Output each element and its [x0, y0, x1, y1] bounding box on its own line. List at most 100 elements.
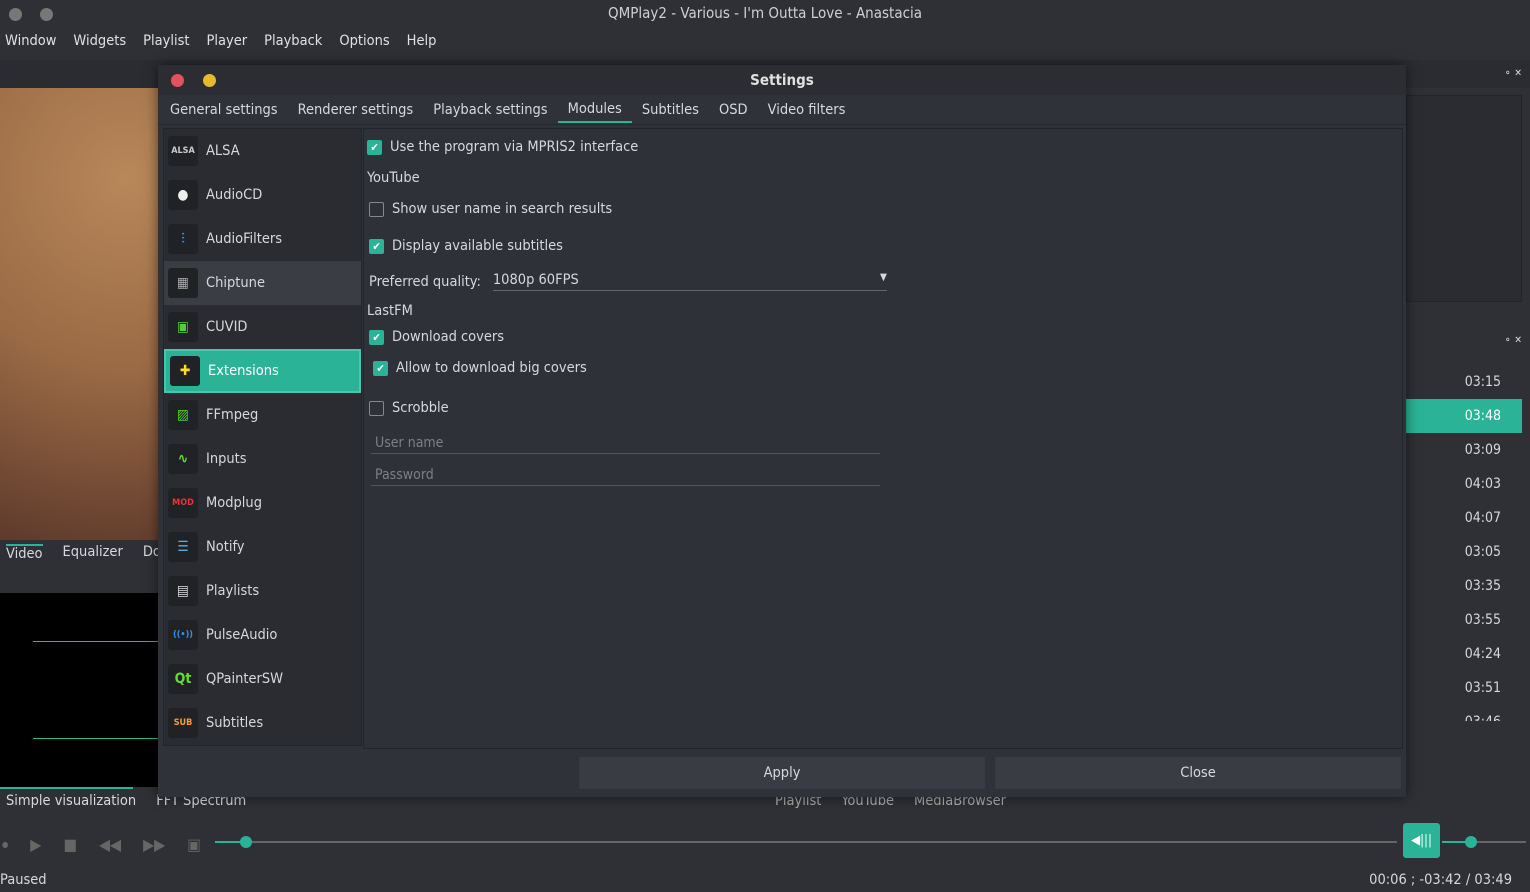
playlist-row[interactable]: 03:46: [1406, 705, 1522, 721]
playlist-row[interactable]: 03:35: [1406, 569, 1522, 603]
dock-float-close-icon[interactable]: ⚬ ✕: [1504, 335, 1522, 346]
lastfm-heading: LastFM: [367, 303, 413, 319]
checkbox-box[interactable]: [369, 201, 384, 217]
module-item-pulseaudio[interactable]: ((•)) PulseAudio: [164, 613, 361, 657]
tab-modules[interactable]: Modules: [557, 97, 632, 123]
play-icon[interactable]: ▶: [30, 835, 41, 854]
close-button[interactable]: Close: [995, 757, 1401, 789]
status-text: Paused: [0, 872, 47, 888]
menu-player[interactable]: Player: [207, 33, 248, 49]
module-label: Chiptune: [206, 275, 265, 291]
playlist-row[interactable]: 03:15: [1406, 365, 1522, 399]
module-label: AudioFilters: [206, 231, 283, 247]
quality-dropdown[interactable]: 1080p 60FPS ▼: [492, 272, 887, 291]
mpris-checkbox[interactable]: ✔ Use the program via MPRIS2 interface: [367, 139, 638, 155]
module-item-audiofilters[interactable]: ⫶ AudioFilters: [164, 217, 361, 261]
module-label: Extensions: [208, 363, 279, 379]
playlist-row[interactable]: 04:07: [1406, 501, 1522, 535]
tab-osd[interactable]: OSD: [719, 98, 748, 122]
module-item-notify[interactable]: ☰ Notify: [164, 525, 361, 569]
chiptune-icon: ▦: [168, 268, 198, 298]
tab-subtitles[interactable]: Subtitles: [642, 98, 699, 122]
module-item-playlists[interactable]: ▤ Playlists: [164, 569, 361, 613]
volume-icon[interactable]: ◀︎|||: [1403, 823, 1440, 858]
playlist-row[interactable]: 03:48: [1406, 399, 1522, 433]
module-item-chiptune[interactable]: ▦ Chiptune: [164, 261, 361, 305]
dialog-close-button[interactable]: [171, 74, 184, 87]
pulseaudio-icon: ((•)): [168, 620, 198, 650]
checkbox-box[interactable]: ✔: [369, 238, 384, 254]
tab-simple-visualization[interactable]: Simple visualization: [6, 793, 136, 809]
tab-video[interactable]: Video: [6, 544, 43, 562]
settings-dialog: Settings General settings Renderer settin…: [158, 65, 1406, 797]
module-label: AudioCD: [206, 187, 263, 203]
password-input[interactable]: Password: [371, 467, 880, 486]
module-item-modplug[interactable]: MOD Modplug: [164, 481, 361, 525]
playlist-row[interactable]: 04:24: [1406, 637, 1522, 671]
module-label: FFmpeg: [206, 407, 259, 423]
dialog-minimize-button[interactable]: [203, 74, 216, 87]
next-icon[interactable]: ▶▶: [143, 835, 165, 854]
seek-slider[interactable]: [215, 836, 1397, 848]
playlist-row[interactable]: 03:55: [1406, 603, 1522, 637]
modplug-icon: MOD: [168, 488, 198, 518]
menu-playlist[interactable]: Playlist: [143, 33, 189, 49]
fullscreen-icon[interactable]: ▣: [187, 835, 201, 854]
time-display: 00:06 ; -03:42 / 03:49: [1369, 872, 1512, 888]
module-item-extensions[interactable]: ✚ Extensions: [164, 349, 361, 393]
previous-icon[interactable]: ◀◀: [99, 835, 121, 854]
dock-float-close-icon[interactable]: ⚬ ✕: [1504, 68, 1522, 79]
playlist-row[interactable]: 03:09: [1406, 433, 1522, 467]
playlist-row[interactable]: 03:51: [1406, 671, 1522, 705]
module-settings: ✔ Use the program via MPRIS2 interface Yo…: [363, 128, 1403, 749]
video-cover: [0, 88, 158, 540]
module-label: PulseAudio: [206, 627, 278, 643]
checkbox-box[interactable]: [369, 400, 384, 416]
menu-playback[interactable]: Playback: [264, 33, 322, 49]
tab-video-filters[interactable]: Video filters: [768, 98, 846, 122]
dot-icon: ●: [2, 840, 9, 849]
module-item-inputs[interactable]: ∿ Inputs: [164, 437, 361, 481]
module-label: QPainterSW: [206, 671, 284, 687]
checkbox-box[interactable]: ✔: [373, 360, 388, 376]
module-item-audiocd[interactable]: ● AudioCD: [164, 173, 361, 217]
notify-icon: ☰: [168, 532, 198, 562]
tab-equalizer[interactable]: Equalizer: [63, 544, 123, 562]
subtitles-checkbox[interactable]: ✔ Display available subtitles: [369, 238, 563, 254]
checkbox-box[interactable]: ✔: [369, 329, 384, 345]
module-label: Notify: [206, 539, 245, 555]
scrobble-checkbox[interactable]: Scrobble: [369, 400, 449, 416]
dialog-title: Settings: [750, 71, 814, 89]
module-label: Modplug: [206, 495, 262, 511]
apply-button[interactable]: Apply: [579, 757, 985, 789]
tab-general-settings[interactable]: General settings: [170, 98, 278, 122]
module-item-alsa[interactable]: ALSA ALSA: [164, 129, 361, 173]
playlist-row[interactable]: 04:03: [1406, 467, 1522, 501]
download-covers-checkbox[interactable]: ✔ Download covers: [369, 329, 504, 345]
username-input[interactable]: User name: [371, 435, 880, 454]
menu-window[interactable]: Window: [5, 33, 56, 49]
stop-icon[interactable]: ■: [63, 835, 77, 854]
module-item-cuvid[interactable]: ▣ CUVID: [164, 305, 361, 349]
menu-help[interactable]: Help: [407, 33, 437, 49]
module-item-ffmpeg[interactable]: ▨ FFmpeg: [164, 393, 361, 437]
menu-options[interactable]: Options: [339, 33, 389, 49]
checkbox-box[interactable]: ✔: [367, 139, 382, 155]
chevron-down-icon: ▼: [879, 272, 887, 283]
tab-renderer-settings[interactable]: Renderer settings: [298, 98, 414, 122]
close-window-button[interactable]: [9, 8, 22, 21]
scrollbar[interactable]: [361, 129, 362, 637]
playlist-row[interactable]: 03:05: [1406, 535, 1522, 569]
volume-slider[interactable]: [1442, 836, 1526, 848]
module-item-qpaintersw[interactable]: Qt QPainterSW: [164, 657, 361, 701]
menu-widgets[interactable]: Widgets: [73, 33, 126, 49]
module-item-subtitles[interactable]: SUB Subtitles: [164, 701, 361, 745]
module-label: Playlists: [206, 583, 260, 599]
left-dock-tabs: Video Equalizer Dow: [6, 544, 172, 562]
minimize-window-button[interactable]: [40, 8, 53, 21]
show-user-checkbox[interactable]: Show user name in search results: [369, 201, 612, 217]
big-covers-checkbox[interactable]: ✔ Allow to download big covers: [373, 360, 587, 376]
subtitles-icon: SUB: [168, 708, 198, 738]
tab-playback-settings[interactable]: Playback settings: [433, 98, 547, 122]
inputs-icon: ∿: [168, 444, 198, 474]
